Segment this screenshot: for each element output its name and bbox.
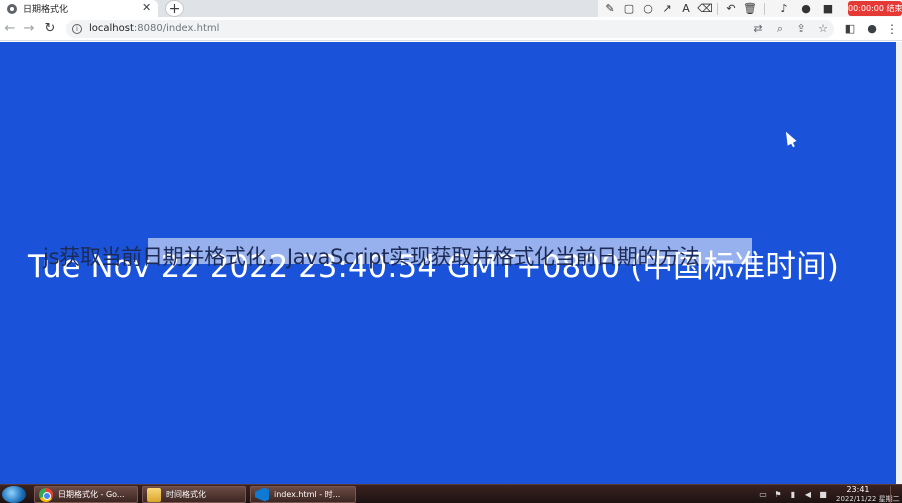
arrow-icon[interactable]: ↗ — [660, 2, 674, 16]
undo-icon[interactable]: ↶ — [724, 2, 738, 16]
globe-icon — [7, 3, 17, 14]
info-icon[interactable]: i — [72, 24, 82, 34]
keyboard-icon[interactable]: ▭ — [758, 490, 768, 500]
flag-icon[interactable]: ⚑ — [773, 490, 783, 500]
taskbar-item-vscode[interactable]: index.html - 时... — [250, 486, 356, 503]
divider — [717, 3, 718, 15]
circle-icon[interactable]: ○ — [641, 2, 655, 16]
highlighter-icon[interactable]: ⌫ — [697, 2, 713, 16]
text-icon[interactable]: A — [679, 2, 693, 16]
browser-toolbar: ← → ↻ i localhost:8080/index.html ⇄ ⌕ ⇪ … — [0, 17, 902, 41]
camera-icon[interactable]: ■ — [821, 2, 835, 16]
recording-timer-button[interactable]: 00:00:00 结束 — [848, 1, 902, 16]
taskbar-item-label: index.html - 时... — [274, 490, 341, 499]
show-desktop-button[interactable] — [890, 486, 900, 503]
chrome-icon — [39, 487, 53, 502]
system-tray: ▭ ⚑ ▮ ◀ ■ — [758, 488, 833, 502]
video-caption: js获取当前日期并格式化，JavaScript实现获取并格式化当前日期的方法 — [43, 245, 700, 269]
address-bar[interactable]: i localhost:8080/index.html ⇄ ⌕ ⇪ ☆ — [66, 20, 834, 38]
close-icon[interactable]: ✕ — [142, 1, 151, 15]
input-method-icon[interactable]: ■ — [818, 490, 828, 500]
screen: 日期格式化 ✕ + ✎ ▢ ○ ↗ A ⌫ ↶ 🗑 ♪ ● ■ 00:00:00… — [0, 0, 902, 503]
bookmark-star-icon[interactable]: ☆ — [815, 21, 831, 37]
reload-icon[interactable]: ↻ — [42, 21, 58, 37]
taskbar-item-label: 时间格式化 — [166, 490, 206, 499]
sidebar-icon[interactable]: ◧ — [842, 21, 858, 37]
forward-icon[interactable]: → — [21, 21, 37, 37]
tab-date-format[interactable]: 日期格式化 ✕ — [0, 0, 158, 17]
taskbar-item-folder[interactable]: 时间格式化 — [142, 486, 246, 503]
vscode-icon — [255, 487, 269, 502]
start-button[interactable] — [2, 486, 26, 503]
folder-icon — [147, 487, 161, 502]
divider — [764, 3, 765, 15]
profile-icon[interactable]: ● — [864, 21, 880, 37]
translate-icon[interactable]: ⇄ — [750, 21, 766, 37]
clock-date: 2022/11/22 星期二 — [836, 495, 900, 503]
tab-title: 日期格式化 — [23, 5, 69, 15]
menu-icon[interactable]: ⋮ — [884, 21, 900, 37]
speaker-icon[interactable]: ♪ — [777, 2, 791, 16]
trash-icon[interactable]: 🗑 — [743, 2, 757, 16]
url-text: localhost:8080/index.html — [89, 23, 220, 34]
zoom-icon[interactable]: ⌕ — [772, 21, 788, 37]
network-icon[interactable]: ▮ — [788, 490, 798, 500]
taskbar: 日期格式化 - Go... 时间格式化 index.html - 时... ▭ … — [0, 484, 902, 503]
pen-icon[interactable]: ✎ — [603, 2, 617, 16]
taskbar-item-label: 日期格式化 - Go... — [58, 490, 125, 499]
new-tab-button[interactable]: + — [165, 0, 184, 17]
taskbar-clock[interactable]: 23:41 2022/11/22 星期二 — [836, 485, 900, 503]
clock-time: 23:41 — [846, 485, 870, 494]
microphone-icon[interactable]: ● — [799, 2, 813, 16]
back-icon[interactable]: ← — [2, 21, 18, 37]
volume-icon[interactable]: ◀ — [803, 490, 813, 500]
taskbar-item-chrome[interactable]: 日期格式化 - Go... — [34, 486, 138, 503]
rectangle-icon[interactable]: ▢ — [622, 2, 636, 16]
share-icon[interactable]: ⇪ — [793, 21, 809, 37]
vertical-scrollbar[interactable] — [896, 42, 902, 484]
